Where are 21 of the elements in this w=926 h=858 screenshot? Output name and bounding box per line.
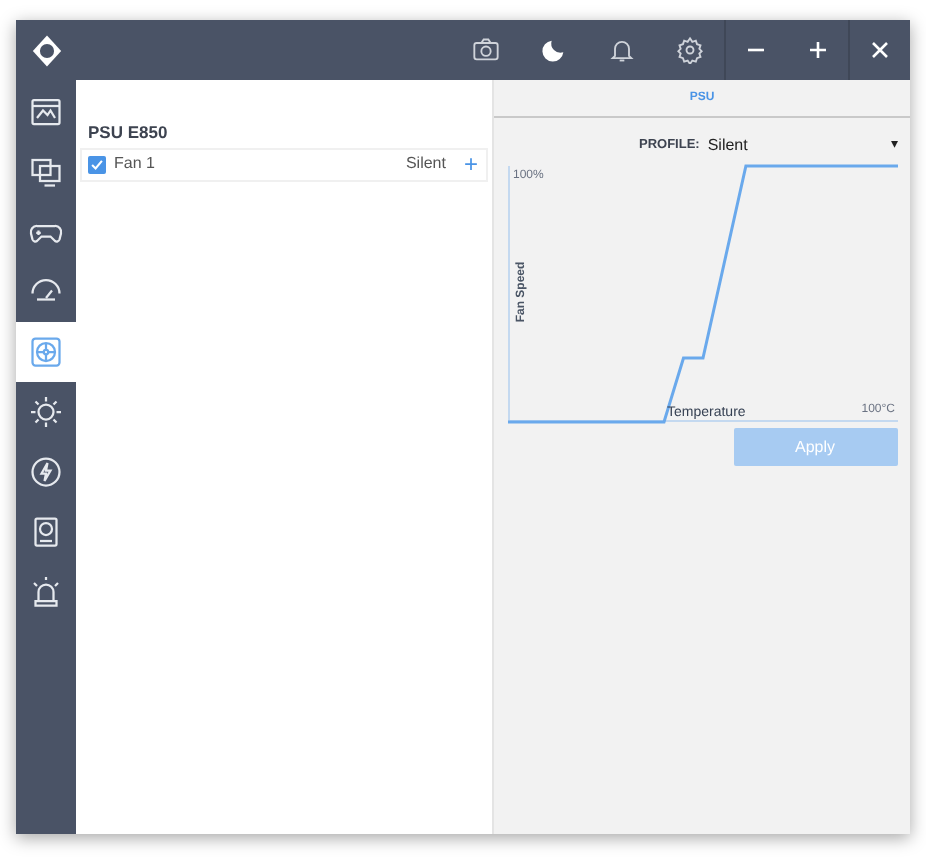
monitor-icon [28, 94, 64, 130]
add-button[interactable]: + [463, 152, 478, 176]
alarm-light-icon [28, 574, 64, 610]
settings-icon [676, 36, 704, 64]
close-icon [870, 40, 890, 60]
plus-icon [807, 40, 827, 60]
fan-checkbox[interactable] [88, 155, 106, 173]
check-icon [90, 157, 104, 171]
device-title: PSU E850 [86, 124, 170, 141]
hard-drive-icon [28, 514, 64, 550]
fan-row[interactable]: Fan 1 Silent + [80, 147, 488, 181]
moon-icon [540, 36, 568, 64]
fan-name: Fan 1 [114, 152, 155, 176]
fan-icon [28, 334, 64, 370]
bell-icon [608, 36, 636, 64]
computer-icon [28, 154, 64, 190]
lightning-icon [28, 454, 64, 490]
fan-profile: Silent [405, 152, 446, 176]
logo-icon [29, 33, 63, 67]
sun-icon [28, 394, 64, 430]
camera-icon [472, 36, 500, 64]
